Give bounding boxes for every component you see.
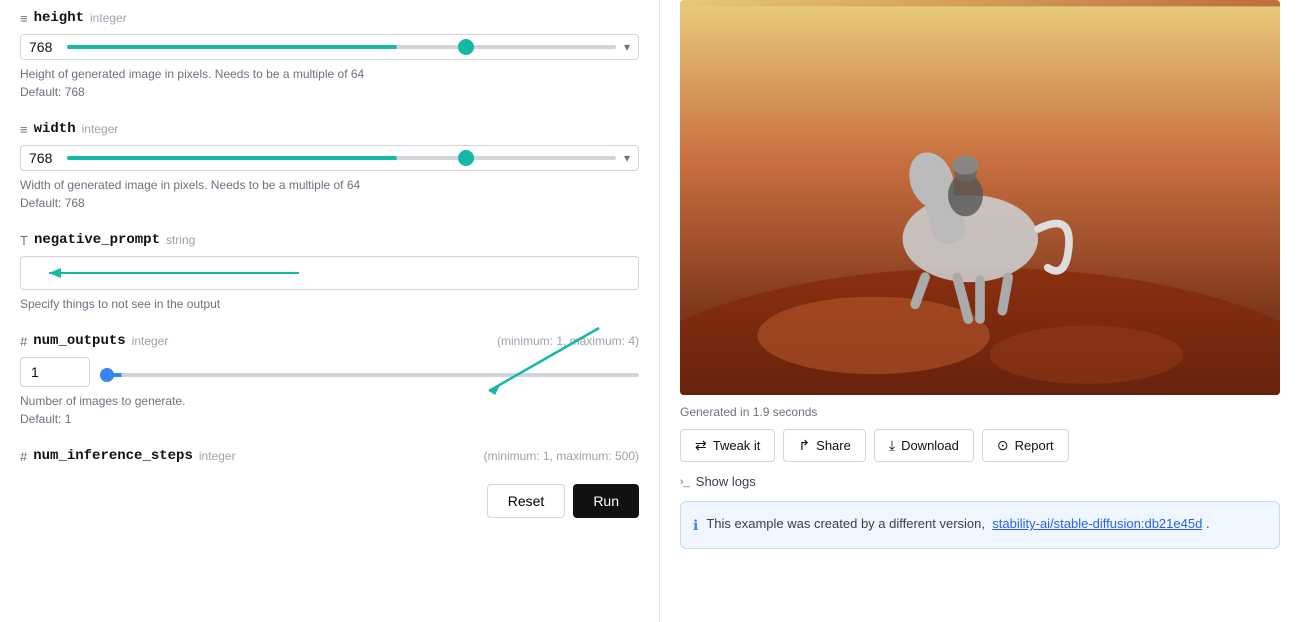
negative-prompt-input-container[interactable] — [20, 256, 639, 290]
info-box: ℹ This example was created by a differen… — [680, 501, 1280, 549]
num-outputs-input[interactable] — [20, 357, 90, 387]
height-slider[interactable] — [67, 45, 616, 49]
info-text: This example was created by a different … — [706, 514, 1209, 534]
share-icon: ↱ — [798, 437, 810, 454]
height-field-block: ≡ height integer 768 ▾ Height of generat… — [20, 10, 639, 101]
num-inference-steps-field-type: integer — [199, 449, 236, 463]
height-label: ≡ height integer — [20, 10, 639, 26]
negative-prompt-field-name: negative_prompt — [34, 232, 160, 248]
width-desc: Width of generated image in pixels. Need… — [20, 176, 639, 212]
height-field-type: integer — [90, 11, 127, 25]
height-dropdown-arrow[interactable]: ▾ — [624, 40, 630, 54]
width-field-name: width — [34, 121, 76, 137]
download-button[interactable]: ⤓ Download — [874, 429, 974, 462]
num-outputs-field-block: # num_outputs integer (minimum: 1, maxim… — [20, 333, 639, 428]
share-label: Share — [816, 438, 851, 453]
width-slider[interactable] — [67, 156, 616, 160]
negative-prompt-input[interactable] — [29, 265, 630, 281]
num-outputs-slider-wrap — [100, 364, 639, 380]
num-outputs-constraint: (minimum: 1, maximum: 4) — [497, 334, 639, 348]
bottom-buttons: Reset Run — [20, 484, 639, 518]
width-prefix-icon: ≡ — [20, 122, 28, 137]
num-outputs-label: # num_outputs integer (minimum: 1, maxim… — [20, 333, 639, 349]
width-field-type: integer — [82, 122, 119, 136]
width-dropdown-arrow[interactable]: ▾ — [624, 151, 630, 165]
reset-button[interactable]: Reset — [487, 484, 566, 518]
left-panel: ≡ height integer 768 ▾ Height of generat… — [0, 0, 660, 622]
download-label: Download — [901, 438, 959, 453]
num-inference-steps-prefix-icon: # — [20, 449, 27, 464]
negative-prompt-desc: Specify things to not see in the output — [20, 295, 639, 313]
width-value: 768 — [29, 150, 59, 166]
num-inference-steps-field-name: num_inference_steps — [33, 448, 193, 464]
height-prefix-icon: ≡ — [20, 11, 28, 26]
negative-prompt-field-block: T negative_prompt string Specify things … — [20, 232, 639, 313]
report-icon: ⊙ — [997, 437, 1009, 454]
height-desc: Height of generated image in pixels. Nee… — [20, 65, 639, 101]
action-buttons: ⇄ Tweak it ↱ Share ⤓ Download ⊙ Report — [680, 429, 1280, 462]
width-label: ≡ width integer — [20, 121, 639, 137]
height-field-name: height — [34, 10, 84, 26]
height-value: 768 — [29, 39, 59, 55]
num-outputs-slider[interactable] — [100, 373, 639, 377]
info-link[interactable]: stability-ai/stable-diffusion:db21e45d — [992, 516, 1202, 531]
report-button[interactable]: ⊙ Report — [982, 429, 1069, 462]
negative-prompt-prefix-icon: T — [20, 233, 28, 248]
num-inference-steps-field-block: # num_inference_steps integer (minimum: … — [20, 448, 639, 464]
share-button[interactable]: ↱ Share — [783, 429, 865, 462]
tweak-icon: ⇄ — [695, 437, 707, 454]
num-inference-steps-constraint: (minimum: 1, maximum: 500) — [484, 449, 639, 463]
height-slider-container[interactable]: 768 ▾ — [20, 34, 639, 60]
gen-time: Generated in 1.9 seconds — [680, 405, 1280, 419]
horse-image-svg — [680, 0, 1280, 395]
show-logs-arrow-icon: ›_ — [680, 476, 690, 488]
width-field-block: ≡ width integer 768 ▾ Width of generated… — [20, 121, 639, 212]
generated-image — [680, 0, 1280, 395]
show-logs-label: Show logs — [696, 474, 756, 489]
num-outputs-field-type: integer — [132, 334, 169, 348]
info-icon: ℹ — [693, 515, 698, 536]
num-outputs-prefix-icon: # — [20, 334, 27, 349]
run-button[interactable]: Run — [573, 484, 639, 518]
width-slider-container[interactable]: 768 ▾ — [20, 145, 639, 171]
tweak-label: Tweak it — [713, 438, 761, 453]
num-outputs-field-name: num_outputs — [33, 333, 125, 349]
right-panel: Generated in 1.9 seconds ⇄ Tweak it ↱ Sh… — [660, 0, 1300, 622]
negative-prompt-label: T negative_prompt string — [20, 232, 639, 248]
negative-prompt-field-type: string — [166, 233, 195, 247]
download-icon: ⤓ — [889, 437, 895, 454]
num-outputs-desc: Number of images to generate. Default: 1 — [20, 392, 639, 428]
show-logs-row[interactable]: ›_ Show logs — [680, 474, 1280, 489]
num-inference-steps-label: # num_inference_steps integer (minimum: … — [20, 448, 639, 464]
num-outputs-row — [20, 357, 639, 387]
tweak-button[interactable]: ⇄ Tweak it — [680, 429, 775, 462]
report-label: Report — [1015, 438, 1054, 453]
